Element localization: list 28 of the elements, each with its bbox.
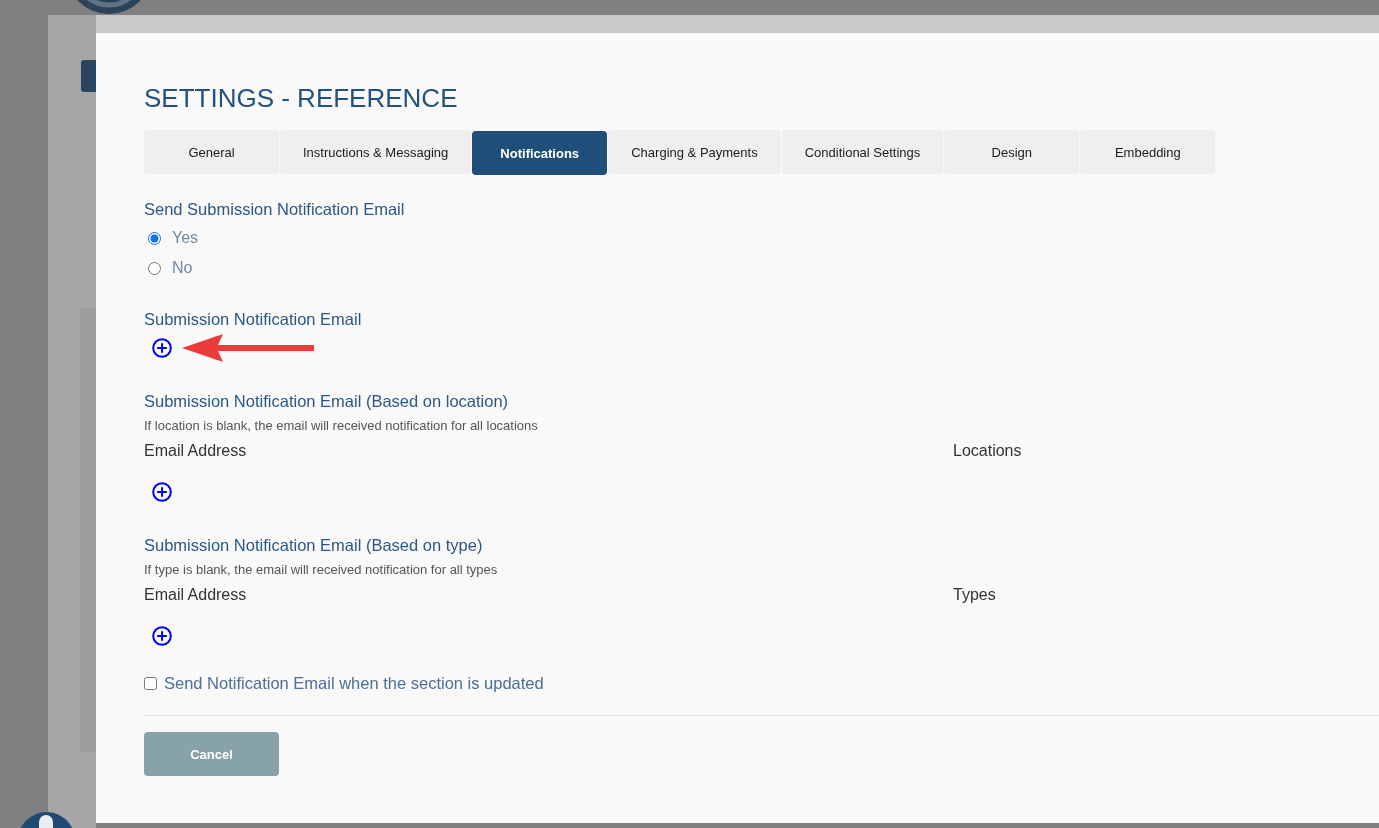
- radio-label[interactable]: Yes: [172, 228, 199, 248]
- tab[interactable]: General: [144, 130, 279, 174]
- hint-text: If type is blank, the email will received notification for all types: [144, 562, 499, 578]
- section-label: Submission Notification Email (Based on type): [144, 535, 484, 555]
- add-icon[interactable]: [152, 482, 172, 502]
- tab[interactable]: Notifications: [472, 131, 608, 175]
- add-icon[interactable]: [152, 626, 172, 646]
- checkbox[interactable]: [144, 676, 157, 690]
- radio-label[interactable]: No: [172, 258, 193, 278]
- tab[interactable]: Instructions & Messaging: [280, 130, 472, 174]
- tab[interactable]: Design: [944, 130, 1080, 174]
- radio-button[interactable]: [148, 231, 161, 245]
- column-header: Types: [953, 585, 996, 605]
- tab[interactable]: Charging & Payments: [608, 130, 781, 174]
- floating-action-button[interactable]: [18, 812, 75, 828]
- tab[interactable]: Embedding: [1080, 130, 1216, 174]
- checkbox-label[interactable]: Send Notification Email when the section is updated: [164, 673, 544, 693]
- hint-text: If location is blank, the email will received notification for all locations: [144, 418, 539, 434]
- add-icon[interactable]: [152, 338, 172, 358]
- section-label: Send Submission Notification Email: [144, 199, 406, 219]
- section-label: Submission Notification Email: [144, 309, 363, 329]
- column-header: Locations: [953, 441, 1022, 461]
- tab[interactable]: Conditional Settings: [781, 130, 944, 174]
- column-header: Email Address: [144, 585, 247, 605]
- radio-button[interactable]: [148, 261, 161, 275]
- dialog-title: SETTINGS - REFERENCE: [144, 83, 459, 113]
- section-label: Submission Notification Email (Based on location): [144, 391, 510, 411]
- column-header: Email Address: [144, 441, 247, 461]
